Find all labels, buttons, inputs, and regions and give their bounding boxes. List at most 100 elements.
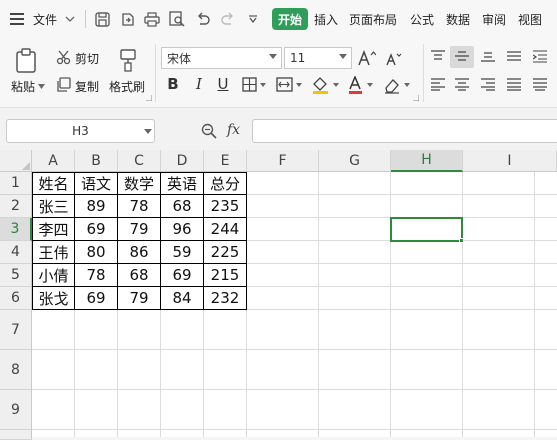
scissors-icon[interactable] [55, 49, 71, 65]
name-box[interactable]: H3 [6, 119, 155, 143]
tab-review[interactable]: 审阅 [482, 11, 506, 28]
cell-c2[interactable]: 78 [118, 195, 160, 217]
decrease-font-size-icon[interactable] [383, 48, 405, 70]
font-name-select[interactable]: 宋体 [161, 47, 282, 69]
export-icon[interactable] [118, 10, 136, 28]
row-header-8[interactable]: 8 [0, 350, 32, 390]
dialog-launcher-icon[interactable] [145, 94, 153, 102]
justify-icon[interactable] [505, 75, 523, 93]
cell-b1[interactable]: 语文 [75, 173, 117, 194]
align-bottom-icon[interactable] [479, 47, 497, 65]
cell-b3[interactable]: 69 [75, 218, 117, 240]
indent-icon[interactable] [531, 47, 549, 65]
cell-b6[interactable]: 69 [75, 287, 117, 309]
cell-c3[interactable]: 79 [118, 218, 160, 240]
cell-b5[interactable]: 78 [75, 264, 117, 286]
cell-d2[interactable]: 68 [161, 195, 203, 217]
column-header-a[interactable]: A [32, 150, 75, 172]
cell-c1[interactable]: 数学 [118, 173, 160, 194]
font-size-select[interactable]: 11 [284, 47, 352, 69]
cell-a2[interactable]: 张三 [33, 195, 74, 217]
row-header-5[interactable]: 5 [0, 264, 32, 287]
tab-page-layout[interactable]: 页面布局 [349, 11, 397, 28]
tab-insert[interactable]: 插入 [314, 11, 338, 28]
cell-b2[interactable]: 89 [75, 195, 117, 217]
cell-e1[interactable]: 总分 [204, 173, 246, 194]
file-menu[interactable]: 文件 [33, 11, 57, 28]
cell-a3[interactable]: 李四 [33, 218, 74, 240]
row-header-3[interactable]: 3 [0, 218, 32, 241]
more-chevron-icon[interactable] [246, 12, 260, 26]
cell-e3[interactable]: 244 [204, 218, 246, 240]
column-header-e[interactable]: E [204, 150, 247, 172]
cell-a1[interactable]: 姓名 [33, 173, 74, 194]
chevron-down-icon[interactable] [64, 13, 76, 25]
column-header-c[interactable]: C [118, 150, 161, 172]
row-header-1[interactable]: 1 [0, 172, 32, 195]
merge-cells-icon[interactable] [275, 76, 305, 92]
copy-button[interactable]: 复制 [75, 78, 99, 95]
cell-c5[interactable]: 68 [118, 264, 160, 286]
cell-d3[interactable]: 96 [161, 218, 203, 240]
row-header-2[interactable]: 2 [0, 195, 32, 218]
column-header-b[interactable]: B [75, 150, 118, 172]
column-header-g[interactable]: G [319, 150, 391, 172]
cell-d1[interactable]: 英语 [161, 173, 203, 194]
menu-icon[interactable] [8, 11, 26, 27]
format-painter-icon[interactable] [116, 47, 140, 73]
row-header-9[interactable]: 9 [0, 390, 32, 430]
cell-e2[interactable]: 235 [204, 195, 246, 217]
active-cell-h3[interactable] [390, 217, 464, 243]
row-header-4[interactable]: 4 [0, 241, 32, 264]
row-header-6[interactable]: 6 [0, 287, 32, 310]
select-all-corner[interactable] [0, 150, 32, 172]
paste-chevron-icon[interactable] [37, 82, 45, 90]
font-color-icon[interactable] [347, 75, 375, 95]
align-center-icon[interactable] [453, 75, 471, 93]
fill-color-icon[interactable] [311, 75, 341, 95]
format-painter-button[interactable]: 格式刷 [109, 78, 145, 95]
cut-button[interactable]: 剪切 [75, 50, 99, 67]
orientation-icon[interactable] [505, 47, 523, 65]
italic-icon[interactable]: I [190, 73, 208, 95]
underline-icon[interactable]: U [214, 73, 232, 95]
cell-d5[interactable]: 69 [161, 264, 203, 286]
bold-icon[interactable]: B [164, 73, 182, 95]
copy-icon[interactable] [55, 76, 71, 92]
dialog-launcher-icon[interactable] [412, 94, 420, 102]
tab-formulas[interactable]: 公式 [410, 11, 434, 28]
tab-view[interactable]: 视图 [518, 11, 542, 28]
undo-icon[interactable] [194, 10, 212, 28]
tab-home[interactable]: 开始 [272, 8, 308, 30]
column-header-f[interactable]: F [247, 150, 319, 172]
paste-button[interactable]: 粘贴 [11, 78, 35, 95]
redo-icon[interactable] [219, 10, 237, 28]
column-header-h[interactable]: H [391, 150, 463, 172]
fill-handle[interactable] [459, 238, 464, 243]
paste-icon[interactable] [12, 47, 40, 75]
increase-font-size-icon[interactable] [356, 47, 378, 69]
align-right-icon[interactable] [479, 75, 497, 93]
print-preview-icon[interactable] [168, 10, 186, 28]
cell-e5[interactable]: 215 [204, 264, 246, 286]
chevron-down-icon[interactable] [143, 127, 153, 135]
formula-input[interactable] [252, 119, 557, 143]
align-top-icon[interactable] [429, 47, 447, 65]
cell-a6[interactable]: 张戈 [33, 287, 74, 309]
tab-data[interactable]: 数据 [446, 11, 470, 28]
align-middle-icon[interactable] [453, 47, 471, 65]
cell-e4[interactable]: 225 [204, 241, 246, 263]
row-header-10[interactable] [0, 430, 32, 440]
cell-c6[interactable]: 79 [118, 287, 160, 309]
align-left-icon[interactable] [429, 75, 447, 93]
row-header-7[interactable]: 7 [0, 310, 32, 350]
cell-c4[interactable]: 86 [118, 241, 160, 263]
column-header-i[interactable]: I [463, 150, 557, 172]
save-icon[interactable] [93, 10, 111, 28]
column-header-d[interactable]: D [161, 150, 204, 172]
distributed-icon[interactable] [531, 75, 549, 93]
cell-a5[interactable]: 小倩 [33, 264, 74, 286]
fx-button[interactable]: fx [227, 122, 240, 138]
clear-format-icon[interactable] [382, 75, 412, 95]
cell-e6[interactable]: 232 [204, 287, 246, 309]
